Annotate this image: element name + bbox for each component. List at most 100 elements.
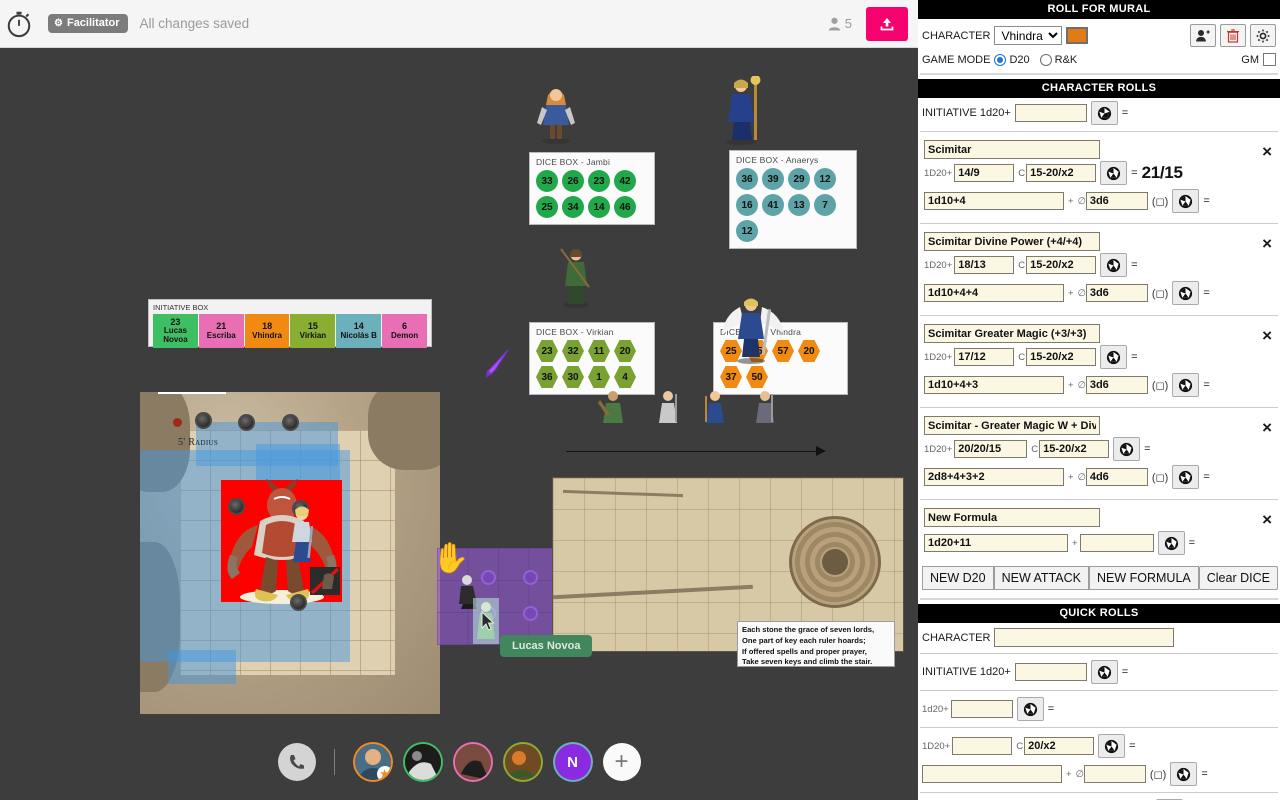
damage-input[interactable]	[924, 376, 1064, 394]
quick-bonus-damage-input[interactable]	[1083, 765, 1146, 783]
gm-checkbox[interactable]	[1263, 53, 1276, 66]
roll-attack-button[interactable]	[1100, 345, 1128, 369]
game-mode-d20[interactable]: D20	[994, 53, 1030, 66]
delete-button[interactable]	[1220, 24, 1246, 47]
token-jambi[interactable]	[534, 83, 578, 150]
dice-box-jambi[interactable]: DICE BOX - Jambi 33 26 23 42 25 34 14 46	[529, 152, 655, 225]
initiative-box[interactable]: INITIATIVE BOX 23 Lucas Novoa 21 Escriba…	[148, 299, 432, 348]
crit-toggle[interactable]: (◻)	[1152, 471, 1168, 484]
new-formula-button[interactable]: NEW FORMULA	[1088, 566, 1199, 590]
call-button[interactable]	[277, 743, 316, 781]
dice-box-virkian[interactable]: DICE BOX - Virkian 23 32 11 20 36 30 1 4	[529, 322, 655, 395]
formula-name-input[interactable]	[924, 508, 1100, 527]
attack-bonus-input[interactable]	[954, 348, 1015, 366]
bonus-damage-input[interactable]	[1085, 284, 1148, 302]
attack-bonus-input[interactable]	[954, 164, 1015, 182]
roll-damage-button[interactable]	[1172, 373, 1200, 397]
remove-attack-button[interactable]: ×	[1262, 327, 1272, 344]
quick-initiative-input[interactable]	[1014, 663, 1087, 681]
quick-damage-input[interactable]	[922, 765, 1062, 783]
crit-toggle[interactable]: (◻)	[1152, 287, 1168, 300]
crit-range-input[interactable]	[1026, 164, 1097, 182]
add-user-button[interactable]	[1190, 24, 1216, 47]
formula-expression-input[interactable]	[924, 534, 1068, 552]
damage-input[interactable]	[924, 468, 1064, 486]
roll-quick-damage-button[interactable]	[1170, 762, 1198, 786]
facilitator-badge[interactable]: ⚙ Facilitator	[48, 14, 128, 33]
token-party-3[interactable]	[702, 388, 728, 433]
roll-damage-button[interactable]	[1172, 465, 1200, 489]
remove-formula-button[interactable]: ×	[1262, 511, 1272, 528]
bonus-damage-input[interactable]	[1085, 192, 1148, 210]
settings-button[interactable]	[1250, 24, 1276, 47]
damage-input[interactable]	[924, 192, 1064, 210]
token-party-1[interactable]	[598, 388, 628, 433]
clear-dice-button[interactable]: Clear DICE	[1198, 566, 1278, 590]
bonus-damage-input[interactable]	[1085, 468, 1148, 486]
token-defeated[interactable]	[310, 567, 340, 600]
roll-damage-button[interactable]	[1172, 281, 1200, 305]
character-select[interactable]: Vhindra	[994, 26, 1063, 45]
roll-attack-button[interactable]	[1113, 437, 1141, 461]
damage-input[interactable]	[924, 284, 1064, 302]
roll-damage-button[interactable]	[1172, 189, 1200, 213]
avatar-lucas[interactable]: ★	[352, 742, 393, 782]
attack-name-input[interactable]	[924, 140, 1100, 159]
avatar-n[interactable]: N	[552, 742, 593, 782]
share-button[interactable]	[866, 6, 908, 41]
bonus-damage-input[interactable]	[1085, 376, 1148, 394]
crit-toggle[interactable]: (◻)	[1152, 379, 1168, 392]
attack-bonus-input[interactable]	[954, 256, 1015, 274]
attack-bonus-input[interactable]	[954, 440, 1028, 458]
dice-roller-panel[interactable]: ROLL FOR MURAL CHARACTER Vhindra GAME MO…	[918, 0, 1280, 800]
crit-toggle[interactable]: (◻)	[1150, 768, 1166, 781]
roll-initiative-button[interactable]	[1090, 101, 1118, 125]
attack-result: 21/15	[1141, 163, 1183, 182]
dice-box-anaerys[interactable]: DICE BOX - Anaerys 36 39 29 12 16 41 13 …	[729, 150, 857, 249]
quick-attack-bonus-input[interactable]	[952, 737, 1013, 755]
new-attack-button[interactable]: NEW ATTACK	[993, 566, 1089, 590]
die: 11	[588, 340, 610, 362]
dagger-icon[interactable]	[482, 346, 512, 387]
remove-attack-button[interactable]: ×	[1262, 235, 1272, 252]
token-anaerys[interactable]	[718, 75, 764, 151]
riddle-text-box[interactable]: Each stone the grace of seven lords, One…	[737, 621, 895, 667]
add-participant-button[interactable]: +	[602, 743, 641, 781]
quick-crit-range-input[interactable]	[1024, 737, 1095, 755]
crit-toggle[interactable]: (◻)	[1152, 195, 1168, 208]
battle-map[interactable]: 5' Radius	[140, 392, 440, 714]
crit-range-input[interactable]	[1039, 440, 1110, 458]
token-vhindra[interactable]	[718, 293, 790, 370]
remove-attack-button[interactable]: ×	[1262, 419, 1272, 436]
quick-character-input[interactable]	[994, 628, 1175, 647]
roll-attack-button[interactable]	[1100, 253, 1128, 277]
avatar-pink[interactable]	[452, 742, 493, 782]
token-virkian[interactable]	[555, 243, 597, 314]
character-color-swatch[interactable]	[1066, 27, 1089, 44]
quick-d20-input[interactable]	[950, 700, 1013, 718]
stopwatch-icon[interactable]	[4, 9, 34, 39]
game-mode-rk[interactable]: R&K	[1039, 53, 1077, 66]
attack-name-input[interactable]	[924, 324, 1100, 343]
crit-range-input[interactable]	[1026, 348, 1097, 366]
whiteboard-canvas[interactable]: DICE BOX - Jambi 33 26 23 42 25 34 14 46…	[0, 48, 918, 800]
initiative-input[interactable]	[1014, 104, 1087, 122]
avatar-grayscale[interactable]	[402, 742, 443, 782]
new-d20-button[interactable]: NEW D20	[922, 566, 994, 590]
attack-name-input[interactable]	[924, 232, 1100, 251]
remove-attack-button[interactable]: ×	[1262, 143, 1272, 160]
token-party-2[interactable]	[655, 388, 681, 433]
attack-name-input[interactable]	[924, 416, 1100, 435]
avatar-art[interactable]	[502, 742, 543, 782]
roll-attack-button[interactable]	[1100, 161, 1128, 185]
participants-count[interactable]: 5	[828, 16, 852, 31]
token-knight[interactable]	[287, 504, 317, 571]
roll-quick-attack-button[interactable]	[1098, 734, 1126, 758]
roll-quick-d20-button[interactable]	[1016, 697, 1044, 721]
crit-range-input[interactable]	[1026, 256, 1097, 274]
roll-quick-initiative-button[interactable]	[1090, 660, 1118, 684]
formula-modifier-input[interactable]	[1079, 534, 1154, 552]
riddle-line: Each stone the grace of seven lords,	[742, 625, 875, 634]
token-party-4[interactable]	[752, 388, 778, 433]
roll-formula-button[interactable]	[1157, 531, 1185, 555]
